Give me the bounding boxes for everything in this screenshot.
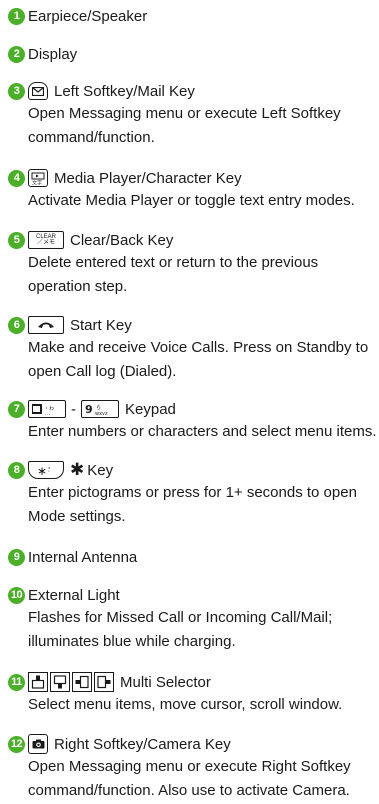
multi-selector-icons (28, 672, 114, 692)
keypad-9-key-icon: 9 ら wxyz (81, 400, 119, 418)
item-title: Media Player/Character Key (54, 169, 242, 187)
item-external-light: 10 External Light Flashes for Missed Cal… (8, 584, 375, 654)
desc-line: command/function. (28, 129, 155, 146)
item-description: Enter pictograms or press for 1+ seconds… (28, 481, 375, 529)
item-earpiece: 1 Earpiece/Speaker (8, 5, 375, 27)
item-description: Open Messaging menu or execute Left Soft… (28, 102, 375, 150)
number-badge: 1 (8, 7, 25, 25)
desc-line: command/function. Also use to activate C… (28, 782, 350, 799)
selector-down-icon (50, 672, 70, 692)
svg-text:wxyz: wxyz (95, 411, 108, 415)
item-description: Delete entered text or return to the pre… (28, 251, 375, 299)
svg-text:9: 9 (85, 403, 93, 415)
item-media-player: 4 文字 Media Player/Character Key Activate… (8, 167, 375, 213)
number-badge: 9 (8, 548, 25, 566)
item-description: Enter numbers or characters and select m… (28, 420, 377, 444)
item-description: Select menu items, move cursor, scroll w… (28, 693, 375, 717)
item-title: Clear/Back Key (70, 231, 174, 249)
number-badge: 10 (8, 586, 25, 604)
number-badge: 4 (8, 169, 25, 187)
number-badge: 11 (8, 673, 25, 691)
item-description: Flashes for Missed Call or Incoming Call… (28, 606, 375, 654)
svg-text:文字: 文字 (32, 179, 42, 185)
item-internal-antenna: 9 Internal Antenna (8, 546, 375, 568)
item-title: Keypad (125, 400, 176, 418)
desc-line: Enter pictograms or press for 1+ seconds… (28, 484, 357, 501)
item-description: Activate Media Player or toggle text ent… (28, 189, 375, 213)
item-asterisk-key: 8 ∗ ° ゛ ✱ Key Enter pictograms or press fo… (8, 459, 375, 529)
mail-key-icon (28, 82, 48, 100)
desc-line: Mode settings. (28, 508, 126, 525)
desc-line: illuminates blue while charging. (28, 633, 236, 650)
desc-line: open Call log (Dialed). (28, 363, 177, 380)
item-description: Make and receive Voice Calls. Press on S… (28, 336, 375, 384)
item-title: Start Key (70, 316, 132, 334)
item-left-softkey: 3 Left Softkey/Mail Key Open Messaging m… (8, 80, 375, 150)
selector-left-icon (72, 672, 92, 692)
asterisk-key-icon: ∗ ° ゛ (28, 461, 64, 479)
number-badge: 5 (8, 231, 25, 249)
start-key-icon (28, 316, 64, 334)
item-start-key: 6 Start Key Make and receive Voice Calls… (8, 314, 375, 384)
desc-line: Select menu items, move cursor, scroll w… (28, 696, 343, 713)
item-display: 2 Display (8, 43, 375, 65)
svg-text:∗: ∗ (37, 464, 47, 476)
selector-up-icon (28, 672, 48, 692)
keypad-0-key-icon: ・わ… (28, 400, 66, 418)
desc-line: Open Messaging menu or execute Right Sof… (28, 758, 351, 775)
camera-key-icon (28, 734, 48, 754)
item-multi-selector: 11 Multi Selector Select menu items, mov… (8, 671, 375, 717)
desc-line: Open Messaging menu or execute Left Soft… (28, 105, 341, 122)
svg-text:…: … (45, 411, 50, 415)
desc-line: Make and receive Voice Calls. Press on S… (28, 339, 369, 356)
item-title: Key (87, 461, 114, 479)
desc-line: Flashes for Missed Call or Incoming Call… (28, 609, 333, 626)
item-clear-back: 5 CLEAR ／メモ Clear/Back Key Delete entere… (8, 229, 375, 299)
number-badge: 8 (8, 461, 25, 479)
desc-line: operation step. (28, 278, 128, 295)
desc-line: Enter numbers or characters and select m… (28, 423, 377, 440)
media-character-key-icon: 文字 (28, 169, 48, 187)
range-separator: - (71, 400, 76, 418)
svg-text:゛: ゛ (48, 471, 53, 476)
number-badge: 3 (8, 82, 25, 100)
clear-key-label: CLEAR ／メモ (35, 234, 56, 246)
number-badge: 12 (8, 735, 25, 753)
item-title: Left Softkey/Mail Key (54, 82, 195, 100)
item-keypad: 7 ・わ… - 9 ら wxyz Keypad Enter numbers or c… (8, 398, 377, 444)
desc-line: Activate Media Player or toggle text ent… (28, 192, 355, 209)
item-right-softkey: 12 Right Softkey/Camera Key Open Messagi… (8, 733, 375, 803)
selector-right-icon (94, 672, 114, 692)
item-title: Internal Antenna (28, 548, 138, 566)
number-badge: 6 (8, 316, 25, 334)
item-title: Right Softkey/Camera Key (54, 735, 231, 753)
number-badge: 2 (8, 45, 25, 63)
desc-line: Delete entered text or return to the pre… (28, 254, 319, 271)
item-title: Multi Selector (120, 673, 211, 691)
clear-key-icon: CLEAR ／メモ (28, 231, 64, 249)
item-title: Earpiece/Speaker (28, 7, 148, 25)
number-badge: 7 (8, 400, 25, 418)
item-title: External Light (28, 586, 120, 604)
asterisk-symbol: ✱ (70, 460, 85, 479)
item-description: Open Messaging menu or execute Right Sof… (28, 755, 375, 803)
item-title: Display (28, 45, 78, 63)
